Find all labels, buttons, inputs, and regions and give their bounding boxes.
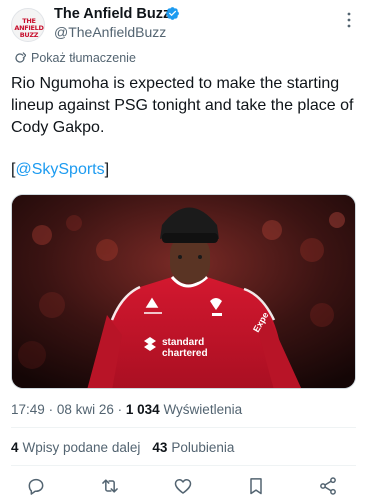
translate-label: Pokaż tłumaczenie — [31, 51, 136, 65]
verified-badge-icon — [166, 7, 179, 20]
tweet-stats: 4 Wpisy podane dalej 43 Polubienia — [11, 440, 234, 455]
more-vertical-icon[interactable] — [346, 12, 352, 28]
shirt-sponsor-text: standard — [162, 337, 204, 348]
bookmark-icon[interactable] — [246, 476, 266, 496]
views-count: 1 034 — [125, 402, 160, 417]
reposts-count: 4 — [11, 440, 19, 455]
player-photo: standard chartered Expe — [12, 195, 355, 388]
divider — [11, 427, 356, 428]
avatar-logo-text: THE ANFIELD BUZZ — [14, 17, 44, 39]
mention-line: [@SkySports] — [11, 159, 109, 181]
tweet-time[interactable]: 17:49 — [11, 402, 45, 417]
avatar[interactable]: THE ANFIELD BUZZ — [11, 8, 45, 42]
author-name[interactable]: The Anfield Buzz — [54, 6, 170, 22]
repost-icon[interactable] — [100, 476, 120, 496]
author-handle[interactable]: @TheAnfieldBuzz — [54, 24, 166, 40]
translate-icon — [15, 52, 26, 63]
meta-separator: · — [48, 402, 57, 417]
share-icon[interactable] — [318, 476, 338, 496]
action-bar — [0, 476, 366, 498]
tweet-header: THE ANFIELD BUZZ The Anfield Buzz @TheAnfi… — [0, 0, 366, 48]
svg-text:chartered: chartered — [162, 348, 208, 359]
tweet-text: Rio Ngumoha is expected to make the star… — [11, 75, 354, 136]
tweet-media-image[interactable]: standard chartered Expe — [11, 194, 356, 389]
reposts-label: Wpisy podane dalej — [22, 440, 141, 455]
meta-separator: · — [117, 402, 126, 417]
likes-label: Polubienia — [171, 440, 235, 455]
mention-link[interactable]: @SkySports — [15, 161, 104, 178]
likes-count: 43 — [152, 440, 168, 455]
tweet-date[interactable]: 08 kwi 26 — [57, 402, 114, 417]
reply-icon[interactable] — [26, 476, 46, 496]
views-label: Wyświetlenia — [163, 402, 243, 417]
tweet-meta: 17:49 · 08 kwi 26 · 1 034 Wyświetlenia — [11, 402, 242, 417]
like-icon[interactable] — [173, 476, 193, 496]
reposts-stat[interactable]: 4 Wpisy podane dalej — [11, 440, 140, 455]
mention-close-bracket: ] — [104, 161, 110, 178]
likes-stat[interactable]: 43 Polubienia — [152, 440, 234, 455]
translate-link[interactable]: Pokaż tłumaczenie — [14, 50, 136, 66]
divider — [11, 465, 356, 466]
